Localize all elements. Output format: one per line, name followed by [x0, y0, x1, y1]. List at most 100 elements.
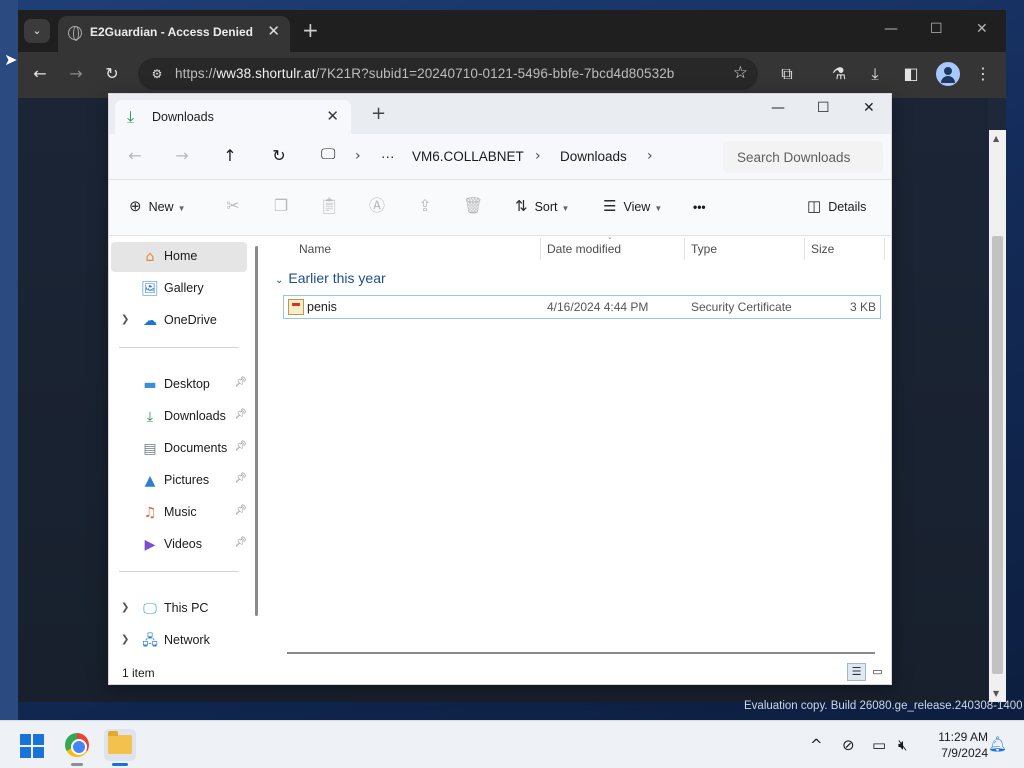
- nav-item-network[interactable]: ❯ 🖧 Network: [111, 626, 247, 656]
- share-icon[interactable]: ⇪: [415, 197, 435, 215]
- cut-icon[interactable]: ✂: [223, 197, 243, 215]
- explorer-tab-downloads[interactable]: ⤓ Downloads ✕: [115, 100, 351, 134]
- scroll-down-arrow-icon[interactable]: ▼: [993, 689, 999, 698]
- nav-item-home[interactable]: ⌂ Home: [111, 242, 247, 272]
- paste-icon[interactable]: 📋︎: [319, 197, 339, 215]
- show-hidden-icons-chevron-icon[interactable]: ^: [810, 736, 823, 754]
- explorer-maximize-icon[interactable]: ☐: [817, 100, 830, 116]
- close-tab-icon[interactable]: ✕: [267, 24, 280, 39]
- speaker-muted-icon[interactable]: 🔇︎: [898, 736, 907, 754]
- column-header-date[interactable]: Date modified: [547, 242, 621, 256]
- search-input[interactable]: [723, 141, 883, 173]
- details-view-icon[interactable]: ☰: [847, 663, 866, 681]
- reload-icon[interactable]: ↻: [101, 64, 123, 84]
- extensions-puzzle-icon[interactable]: ⧉: [776, 64, 798, 84]
- breadcrumb[interactable]: 🖵 › ··· VM6.COLLABNET › Downloads ›: [319, 140, 719, 174]
- column-header-type[interactable]: Type: [691, 242, 717, 256]
- browser-tab[interactable]: E2Guardian - Access Denied ✕: [58, 16, 290, 52]
- pin-icon[interactable]: 📌︎: [234, 377, 247, 388]
- nav-item-pictures[interactable]: ▲ Pictures 📌︎: [111, 466, 247, 496]
- column-divider[interactable]: [684, 238, 685, 260]
- close-explorer-tab-icon[interactable]: ✕: [326, 107, 339, 125]
- breadcrumb-chevron-icon[interactable]: ›: [647, 148, 653, 164]
- back-arrow-icon[interactable]: ←: [29, 64, 51, 84]
- more-options-button[interactable]: •••: [693, 199, 706, 215]
- side-panel-icon[interactable]: ◧: [900, 64, 922, 84]
- browser-menu-kebab-icon[interactable]: ⋮: [972, 64, 994, 84]
- search-box[interactable]: [723, 141, 883, 173]
- page-scroll-thumb[interactable]: [992, 236, 1003, 674]
- pin-icon[interactable]: 📌︎: [234, 505, 247, 516]
- nav-item-this-pc[interactable]: ❯ 🖵 This PC: [111, 594, 247, 624]
- explorer-up-icon[interactable]: ↑: [220, 147, 240, 165]
- labs-flask-icon[interactable]: ⚗: [828, 64, 850, 84]
- breadcrumb-downloads[interactable]: Downloads: [560, 149, 627, 164]
- windows-start-icon[interactable]: [20, 734, 44, 758]
- pin-icon[interactable]: 📌︎: [234, 473, 247, 484]
- browser-maximize-icon[interactable]: ☐: [930, 20, 943, 38]
- scroll-up-arrow-icon[interactable]: ▲: [993, 134, 999, 143]
- tab-search-chevron-icon[interactable]: ⌄: [24, 19, 50, 43]
- downloads-icon[interactable]: ⤓: [864, 64, 886, 84]
- breadcrumb-vm6-collabnet[interactable]: VM6.COLLABNET: [412, 149, 524, 164]
- pin-icon[interactable]: 📌︎: [234, 441, 247, 452]
- pin-icon[interactable]: 📌︎: [234, 537, 247, 548]
- taskbar-chrome-app[interactable]: [61, 729, 93, 766]
- breadcrumb-chevron-icon[interactable]: ›: [535, 148, 541, 164]
- new-tab-plus-icon[interactable]: +: [302, 20, 319, 40]
- taskbar-file-explorer-app[interactable]: [104, 729, 136, 766]
- column-divider[interactable]: [804, 238, 805, 260]
- nav-item-videos[interactable]: ▶ Videos 📌︎: [111, 530, 247, 560]
- explorer-new-tab-icon[interactable]: +: [371, 105, 386, 123]
- browser-close-icon[interactable]: ✕: [976, 20, 988, 38]
- file-list-horizontal-scrollbar[interactable]: [287, 652, 875, 654]
- nav-item-desktop[interactable]: ▬ Desktop 📌︎: [111, 370, 247, 400]
- explorer-minimize-icon[interactable]: —: [771, 100, 785, 116]
- url-text[interactable]: https://ww38.shortulr.at/7K21R?subid1=20…: [175, 66, 674, 81]
- expand-chevron-icon[interactable]: ❯: [121, 602, 129, 613]
- new-button[interactable]: ⊕ New ▼: [129, 199, 186, 217]
- nav-item-documents[interactable]: ▤ Documents 📌︎: [111, 434, 247, 464]
- forward-arrow-icon[interactable]: →: [65, 64, 87, 84]
- breadcrumb-chevron-icon[interactable]: ›: [355, 148, 361, 164]
- expand-chevron-icon[interactable]: ❯: [121, 314, 129, 325]
- address-bar[interactable]: ⚙ https://ww38.shortulr.at/7K21R?subid1=…: [138, 58, 758, 90]
- rename-icon[interactable]: Ⓐ: [367, 197, 387, 215]
- group-header[interactable]: ⌄ Earlier this year: [275, 270, 386, 286]
- nav-pane-scrollbar[interactable]: [255, 246, 258, 616]
- delete-icon[interactable]: 🗑︎: [463, 197, 483, 215]
- pin-icon[interactable]: 📌︎: [234, 409, 247, 420]
- taskbar-clock[interactable]: 11:29 AM 7/9/2024: [918, 729, 988, 761]
- nav-item-gallery[interactable]: 🖼︎ Gallery: [111, 274, 247, 304]
- column-header-size[interactable]: Size: [811, 242, 834, 256]
- site-info-icon[interactable]: ⚙: [148, 65, 166, 83]
- view-button[interactable]: ☰ View ▼: [603, 199, 662, 217]
- copy-icon[interactable]: ❐: [271, 197, 291, 215]
- nav-item-onedrive[interactable]: ❯ ☁ OneDrive: [111, 306, 247, 336]
- tiles-view-icon[interactable]: ▭: [868, 663, 887, 681]
- nav-item-music[interactable]: ♫ Music 📌︎: [111, 498, 247, 528]
- breadcrumb-overflow-icon[interactable]: ···: [381, 149, 395, 164]
- details-pane-button[interactable]: ◫ Details: [807, 199, 866, 215]
- page-vertical-scrollbar[interactable]: ▲ ▼: [989, 130, 1006, 702]
- explorer-back-icon[interactable]: ←: [125, 147, 145, 165]
- network-disconnected-icon[interactable]: ⊘: [842, 736, 855, 754]
- expand-chevron-icon[interactable]: ❯: [121, 634, 129, 645]
- column-header-name[interactable]: Name: [299, 242, 331, 256]
- notification-bell-icon[interactable]: 🔔︎: [988, 735, 1007, 753]
- nav-item-downloads[interactable]: ⤓ Downloads 📌︎: [111, 402, 247, 432]
- explorer-close-icon[interactable]: ✕: [863, 100, 875, 116]
- new-label: New: [148, 200, 174, 214]
- bookmark-star-icon[interactable]: ☆: [733, 63, 748, 83]
- sort-button[interactable]: ⇅ Sort ▼: [515, 199, 569, 217]
- column-divider[interactable]: [540, 238, 541, 260]
- profile-avatar-icon[interactable]: [936, 62, 960, 86]
- file-explorer-window: ⤓ Downloads ✕ + — ☐ ✕ ← → ↑ ↻ 🖵 › ··· VM…: [108, 93, 892, 685]
- browser-minimize-icon[interactable]: —: [884, 20, 898, 38]
- monitor-icon[interactable]: 🖵: [321, 146, 335, 163]
- file-row[interactable]: penis 4/16/2024 4:44 PM Security Certifi…: [283, 295, 881, 319]
- display-icon[interactable]: ▭: [872, 736, 886, 754]
- explorer-refresh-icon[interactable]: ↻: [269, 147, 289, 165]
- explorer-forward-icon[interactable]: →: [172, 147, 192, 165]
- column-divider[interactable]: [884, 238, 885, 260]
